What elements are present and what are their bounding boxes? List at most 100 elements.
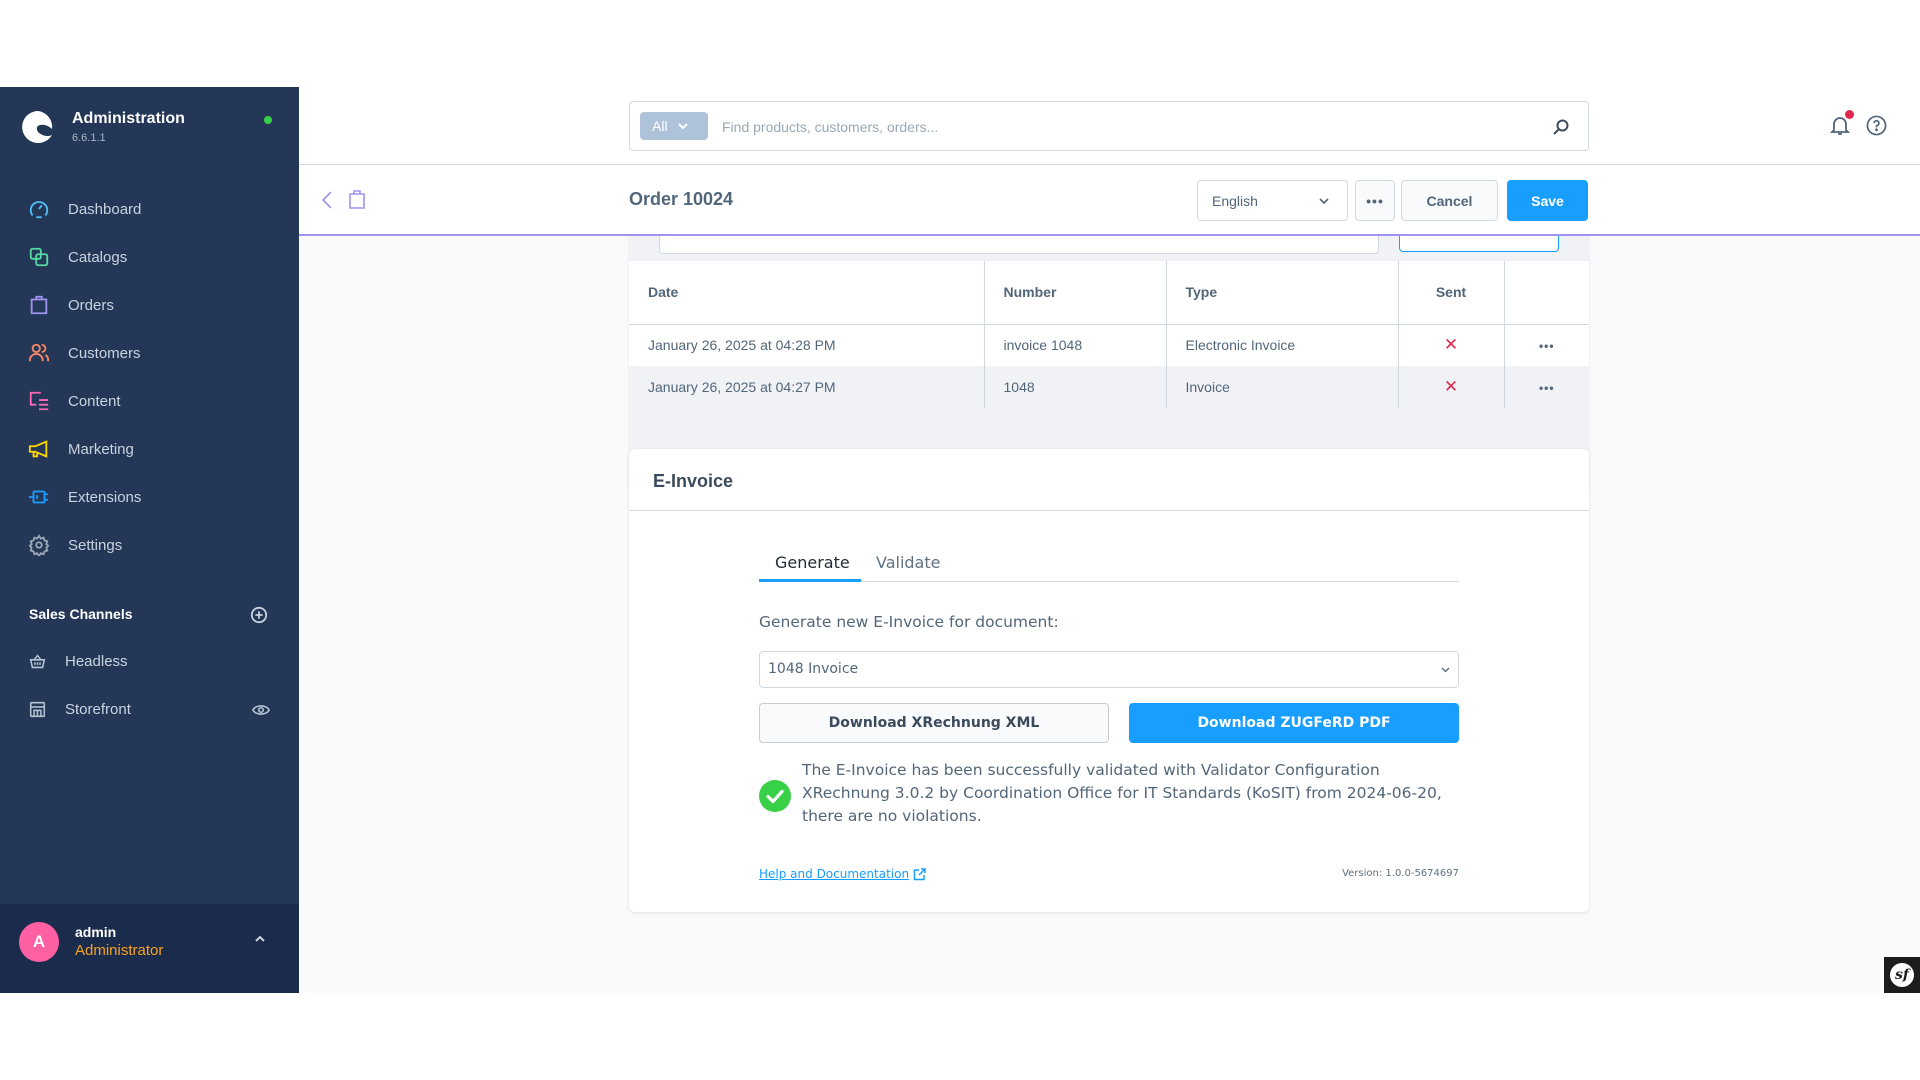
- cell-date: January 26, 2025 at 04:28 PM: [629, 324, 985, 366]
- app-title: Administration: [72, 110, 185, 127]
- nav-item-extensions[interactable]: Extensions: [0, 473, 299, 521]
- validation-message: The E-Invoice has been successfully vali…: [802, 761, 1442, 825]
- orders-icon: [30, 295, 48, 315]
- column-header-type[interactable]: Type: [1166, 261, 1399, 325]
- sales-channel-label: Headless: [65, 652, 128, 670]
- search-type-label: All: [652, 118, 668, 134]
- external-link-icon: [913, 867, 926, 880]
- nav-label: Customers: [68, 344, 141, 362]
- einvoice-card: E-Invoice Generate Validate Generate new…: [629, 449, 1589, 912]
- marketing-icon: [28, 440, 48, 458]
- sidebar: Administration 6.6.1.1 Dashboard Catalog…: [0, 87, 299, 993]
- page-toolbar: Order 10024 English ••• Cancel Save: [299, 165, 1920, 236]
- more-actions-button[interactable]: •••: [1355, 180, 1395, 221]
- symfony-toolbar-toggle[interactable]: sf: [1884, 957, 1920, 993]
- plugin-version: Version: 1.0.0-5674697: [1342, 868, 1459, 879]
- row-actions-button[interactable]: •••: [1539, 339, 1555, 353]
- avatar: A: [19, 922, 59, 962]
- document-select-value: 1048 Invoice: [768, 661, 859, 677]
- customers-icon: [28, 343, 50, 362]
- user-menu[interactable]: A admin Administrator: [0, 904, 299, 993]
- nav-label: Extensions: [68, 488, 142, 506]
- sales-channel-label: Storefront: [65, 700, 131, 718]
- column-header-number[interactable]: Number: [984, 261, 1167, 325]
- not-sent-icon: ✕: [1443, 335, 1459, 355]
- nav-item-settings[interactable]: Settings: [0, 521, 299, 569]
- search-type-dropdown[interactable]: All: [640, 112, 708, 140]
- chevron-down-icon: [677, 123, 688, 130]
- sidebar-header: Administration 6.6.1.1: [0, 87, 299, 167]
- column-header-sent[interactable]: Sent: [1398, 261, 1505, 325]
- help-icon[interactable]: [1866, 115, 1887, 136]
- nav-label: Marketing: [68, 440, 134, 458]
- document-select[interactable]: 1048 Invoice: [759, 651, 1459, 688]
- cell-number: 1048: [984, 366, 1167, 408]
- chevron-up-icon[interactable]: [254, 934, 266, 944]
- basket-icon: [29, 653, 46, 668]
- nav-item-content[interactable]: Content: [0, 377, 299, 425]
- table-row: January 26, 2025 at 04:28 PM invoice 104…: [629, 324, 1589, 366]
- user-name: admin: [75, 924, 117, 940]
- catalogs-icon: [29, 247, 49, 267]
- online-status-indicator: [264, 116, 272, 124]
- storefront-icon: [29, 701, 46, 717]
- global-search: All: [629, 101, 1589, 151]
- cancel-button[interactable]: Cancel: [1401, 180, 1498, 221]
- language-value: English: [1212, 192, 1258, 209]
- tab-generate[interactable]: Generate: [775, 553, 850, 572]
- add-sales-channel-icon[interactable]: [250, 606, 268, 624]
- search-icon[interactable]: [1552, 118, 1570, 136]
- eye-icon[interactable]: [252, 703, 270, 717]
- documents-table: Date Number Type Sent January 26, 2025 a…: [629, 261, 1589, 408]
- not-sent-icon: ✕: [1443, 377, 1459, 396]
- settings-icon: [28, 534, 50, 556]
- cell-type: Electronic Invoice: [1166, 324, 1399, 366]
- download-zugferd-pdf-button[interactable]: Download ZUGFeRD PDF: [1129, 703, 1459, 743]
- einvoice-tabs: Generate Validate: [759, 547, 1459, 582]
- user-role: Administrator: [75, 942, 164, 959]
- language-select[interactable]: English: [1197, 180, 1348, 221]
- save-button[interactable]: Save: [1507, 180, 1588, 221]
- help-link-label: Help and Documentation: [759, 867, 910, 881]
- nav-item-orders[interactable]: Orders: [0, 281, 299, 329]
- content-icon: [29, 391, 49, 411]
- column-header-actions: [1504, 261, 1589, 325]
- app-version: 6.6.1.1: [72, 132, 106, 144]
- column-header-date[interactable]: Date: [629, 261, 985, 325]
- dashboard-icon: [29, 201, 49, 219]
- success-check-icon: [759, 780, 791, 812]
- chevron-down-icon: [1319, 198, 1329, 205]
- nav-item-marketing[interactable]: Marketing: [0, 425, 299, 473]
- tab-validate[interactable]: Validate: [876, 553, 940, 572]
- sales-channels-heading: Sales Channels: [29, 606, 133, 622]
- notification-badge: [1845, 110, 1854, 119]
- cell-number: invoice 1048: [984, 324, 1167, 366]
- nav-label: Settings: [68, 536, 123, 554]
- extensions-icon: [28, 490, 49, 504]
- nav-label: Dashboard: [68, 200, 142, 218]
- nav-label: Catalogs: [68, 248, 128, 266]
- nav-item-dashboard[interactable]: Dashboard: [0, 185, 299, 233]
- row-actions-button[interactable]: •••: [1539, 381, 1555, 395]
- sales-channel-storefront[interactable]: Storefront: [29, 697, 131, 721]
- help-documentation-link[interactable]: Help and Documentation: [759, 867, 926, 881]
- sales-channel-headless[interactable]: Headless: [29, 649, 128, 673]
- main-nav: Dashboard Catalogs Orders Customers Cont…: [0, 185, 299, 569]
- active-tab-indicator: [759, 579, 861, 582]
- cell-date: January 26, 2025 at 04:27 PM: [629, 366, 985, 408]
- admin-app: Administration 6.6.1.1 Dashboard Catalog…: [0, 87, 1920, 993]
- cell-type: Invoice: [1166, 366, 1399, 408]
- search-input[interactable]: [722, 114, 1522, 140]
- generate-label: Generate new E-Invoice for document:: [759, 613, 1059, 631]
- table-header-row: Date Number Type Sent: [629, 261, 1589, 325]
- shopware-logo-icon[interactable]: [20, 109, 56, 145]
- orders-icon: [349, 190, 365, 209]
- nav-item-customers[interactable]: Customers: [0, 329, 299, 377]
- download-xrechnung-xml-button[interactable]: Download XRechnung XML: [759, 703, 1109, 743]
- back-chevron-icon[interactable]: [321, 190, 333, 210]
- nav-label: Content: [68, 392, 121, 410]
- table-row: January 26, 2025 at 04:27 PM 1048 Invoic…: [629, 366, 1589, 408]
- symfony-logo-icon: sf: [1890, 963, 1914, 987]
- nav-item-catalogs[interactable]: Catalogs: [0, 233, 299, 281]
- nav-label: Orders: [68, 296, 114, 314]
